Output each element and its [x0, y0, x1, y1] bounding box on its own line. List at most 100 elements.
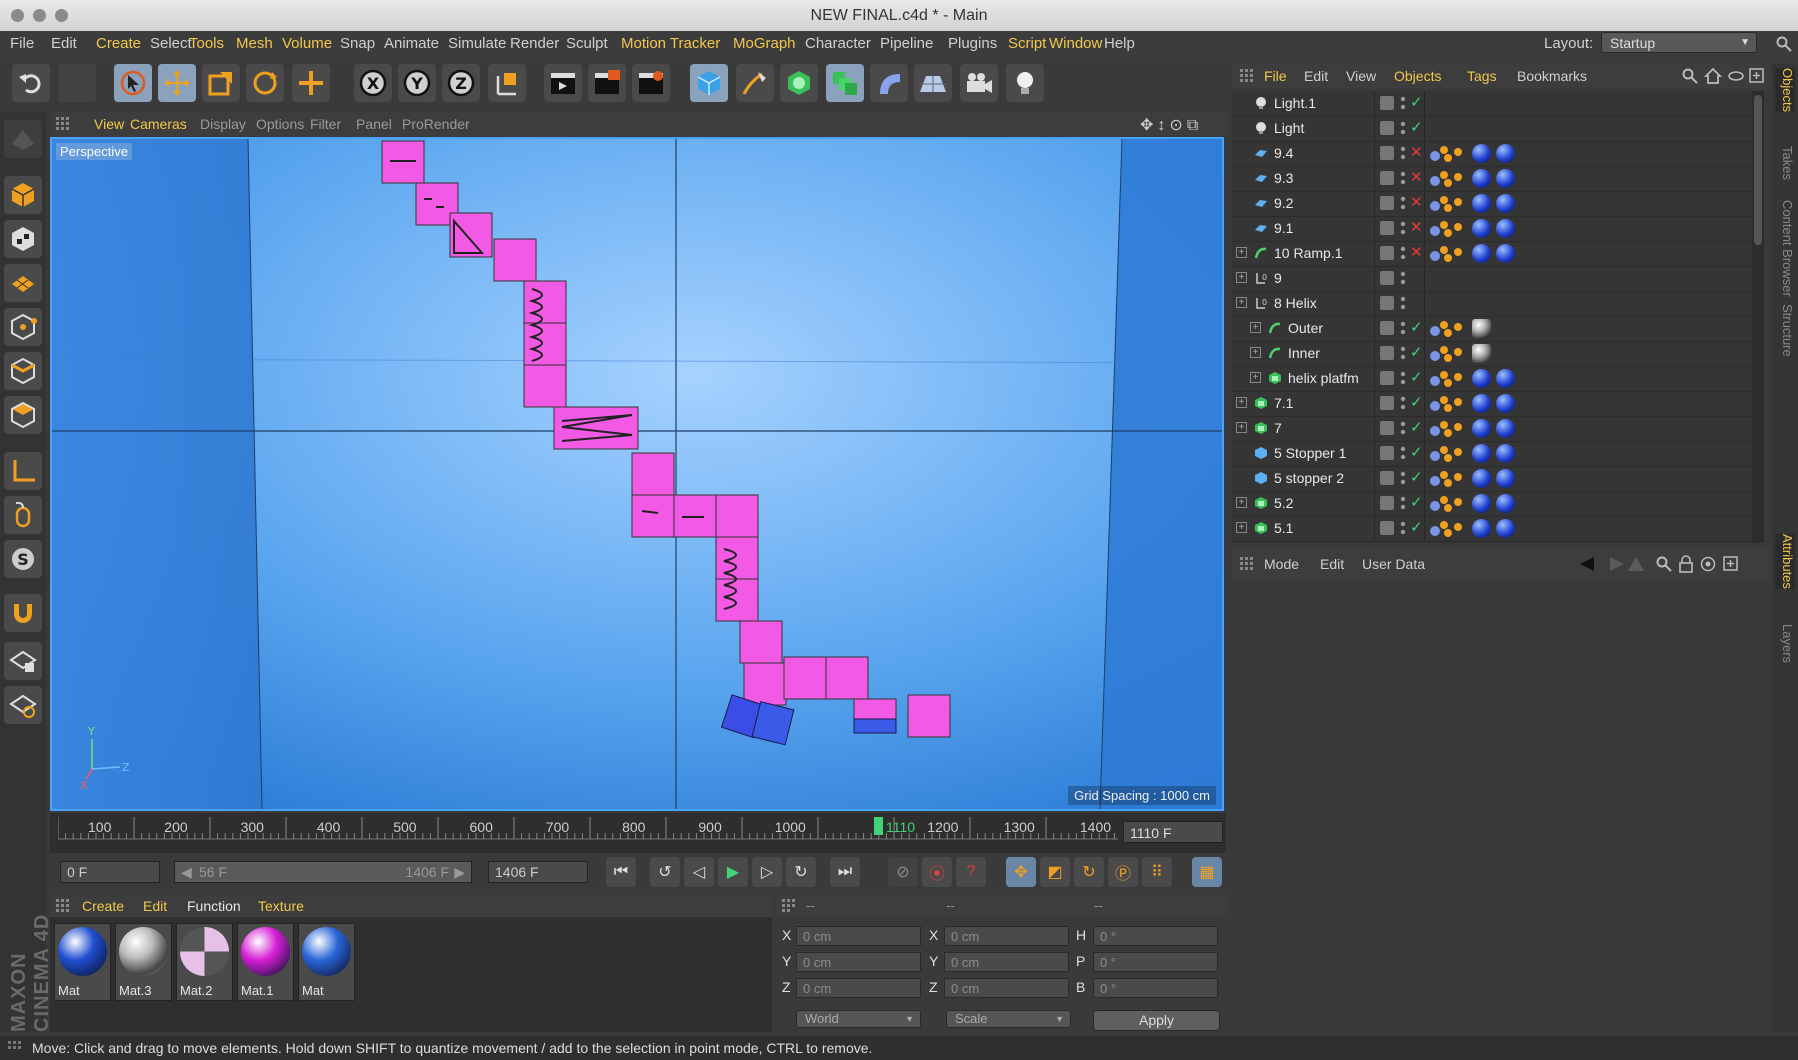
menu-character[interactable]: Character [805, 35, 871, 52]
menu-volume[interactable]: Volume [282, 35, 332, 52]
menu-plugins[interactable]: Plugins [948, 35, 997, 52]
layer-icon[interactable] [1380, 421, 1394, 435]
layer-icon[interactable] [1380, 246, 1394, 260]
expand-toggle-icon[interactable]: + [1250, 322, 1261, 333]
expand-toggle-icon[interactable]: + [1236, 522, 1247, 533]
expand-toggle-icon[interactable]: + [1236, 397, 1247, 408]
object-row[interactable]: +0 8 Helix [1232, 291, 1752, 317]
object-name[interactable]: 8 Helix [1274, 295, 1317, 311]
layer-icon[interactable] [1380, 346, 1394, 360]
add-cube-button[interactable] [690, 64, 728, 102]
material-tag-icon[interactable] [1496, 244, 1515, 263]
visibility-dots-icon[interactable] [1400, 419, 1406, 437]
back-arrow-icon[interactable] [1580, 557, 1600, 571]
tweak-mode-button[interactable] [4, 496, 42, 534]
render-to-picture-viewer-button[interactable] [588, 64, 626, 102]
points-mode-button[interactable] [4, 308, 42, 346]
go-to-end-button[interactable]: ⏭ [830, 857, 860, 887]
dynamics-tag-icon[interactable] [1428, 469, 1462, 488]
object-name[interactable]: 5.1 [1274, 520, 1293, 536]
disabled-x-icon[interactable]: ✕ [1410, 243, 1423, 261]
target-icon[interactable] [1700, 556, 1716, 572]
attr-menu-edit[interactable]: Edit [1320, 556, 1344, 572]
viewport-menu-prorender[interactable]: ProRender [402, 116, 470, 132]
object-row[interactable]: +5.1 ✓ [1232, 516, 1752, 542]
layer-icon[interactable] [1380, 521, 1394, 535]
expand-toggle-icon[interactable]: + [1236, 297, 1247, 308]
visibility-dots-icon[interactable] [1400, 344, 1406, 362]
play-button[interactable]: ▶ [718, 857, 748, 887]
expand-toggle-icon[interactable]: + [1236, 272, 1247, 283]
menu-help[interactable]: Help [1104, 35, 1135, 52]
material-tag-icon[interactable] [1472, 244, 1491, 263]
object-name[interactable]: Light [1274, 120, 1304, 136]
texture-mode-button[interactable] [4, 220, 42, 258]
panel-grip-icon[interactable] [782, 899, 796, 913]
object-name[interactable]: 10 Ramp.1 [1274, 245, 1342, 261]
rotate-tool-button[interactable] [246, 64, 284, 102]
material-tag-icon[interactable] [1472, 394, 1491, 413]
add-light-button[interactable] [1006, 64, 1044, 102]
object-name[interactable]: 9.1 [1274, 220, 1293, 236]
viewport-menu-filter[interactable]: Filter [310, 116, 341, 132]
disabled-x-icon[interactable]: ✕ [1410, 168, 1423, 186]
layer-icon[interactable] [1380, 446, 1394, 460]
material-swatch[interactable]: Mat [298, 923, 355, 1001]
live-selection-button[interactable] [114, 64, 152, 102]
side-tab-layers[interactable]: Layers [1775, 624, 1795, 663]
disabled-x-icon[interactable]: ✕ [1410, 143, 1423, 161]
solo-button[interactable]: S [4, 540, 42, 578]
dynamics-tag-icon[interactable] [1428, 419, 1462, 438]
material-tag-icon[interactable] [1472, 369, 1491, 388]
move-tool-button[interactable] [158, 64, 196, 102]
object-menu-file[interactable]: File [1264, 68, 1287, 84]
dynamics-tag-icon[interactable] [1428, 244, 1462, 263]
rotation-field[interactable]: 0 ° [1093, 926, 1218, 946]
dynamics-tag-icon[interactable] [1428, 444, 1462, 463]
object-row[interactable]: + helix platfm ✓ [1232, 366, 1752, 392]
disabled-x-icon[interactable]: ✕ [1410, 218, 1423, 236]
material-swatch[interactable]: Mat.2 [176, 923, 233, 1001]
expand-toggle-icon[interactable]: + [1250, 347, 1261, 358]
layer-icon[interactable] [1380, 146, 1394, 160]
apply-button[interactable]: Apply [1093, 1010, 1220, 1031]
object-row[interactable]: Light.1 ✓ [1232, 91, 1752, 117]
visibility-dots-icon[interactable] [1400, 194, 1406, 212]
object-menu-tags[interactable]: Tags [1467, 68, 1497, 84]
material-tag-icon[interactable] [1496, 469, 1515, 488]
object-row[interactable]: 5 Stopper 1 ✓ [1232, 441, 1752, 467]
timeline-ruler[interactable]: 100 200 300 400 500 600 700 800 900 1000 1200 1300 1… [50, 813, 1226, 853]
keyframe-selection-button[interactable]: ? [956, 857, 986, 887]
coordinate-mode-select[interactable]: World ▼ [796, 1010, 921, 1028]
enabled-check-icon[interactable]: ✓ [1410, 118, 1423, 136]
visibility-dots-icon[interactable] [1400, 244, 1406, 262]
object-name[interactable]: Inner [1288, 345, 1320, 361]
position-field[interactable]: 0 cm [796, 978, 921, 998]
object-row[interactable]: 9.1 ✕ [1232, 216, 1752, 242]
menu-mograph[interactable]: MoGraph [733, 35, 796, 52]
menu-snap[interactable]: Snap [340, 35, 375, 52]
menu-file[interactable]: File [10, 35, 34, 52]
material-tag-icon[interactable] [1496, 419, 1515, 438]
layer-icon[interactable] [1380, 296, 1394, 310]
material-tag-icon[interactable] [1496, 519, 1515, 538]
forward-arrow-icon[interactable] [1604, 557, 1624, 571]
go-to-previous-key-button[interactable]: ↺ [650, 857, 680, 887]
object-name[interactable]: 7 [1274, 420, 1282, 436]
expand-toggle-icon[interactable]: + [1236, 247, 1247, 258]
menu-animate[interactable]: Animate [384, 35, 439, 52]
object-name[interactable]: Outer [1288, 320, 1323, 336]
side-tab-content-browser[interactable]: Content Browser [1775, 200, 1795, 297]
dynamics-tag-icon[interactable] [1428, 494, 1462, 513]
chrome-material-tag-icon[interactable] [1472, 344, 1491, 363]
search-icon[interactable] [1656, 556, 1672, 572]
menu-simulate[interactable]: Simulate [448, 35, 506, 52]
object-list-scrollbar[interactable] [1752, 91, 1764, 543]
size-mode-select[interactable]: Scale ▼ [946, 1010, 1071, 1028]
add-floor-button[interactable] [914, 64, 952, 102]
go-to-next-frame-button[interactable]: ▷ [752, 857, 782, 887]
enabled-check-icon[interactable]: ✓ [1410, 393, 1423, 411]
object-row[interactable]: +7 ✓ [1232, 416, 1752, 442]
size-field[interactable]: 0 cm [944, 926, 1069, 946]
object-name[interactable]: 5 Stopper 1 [1274, 445, 1346, 461]
